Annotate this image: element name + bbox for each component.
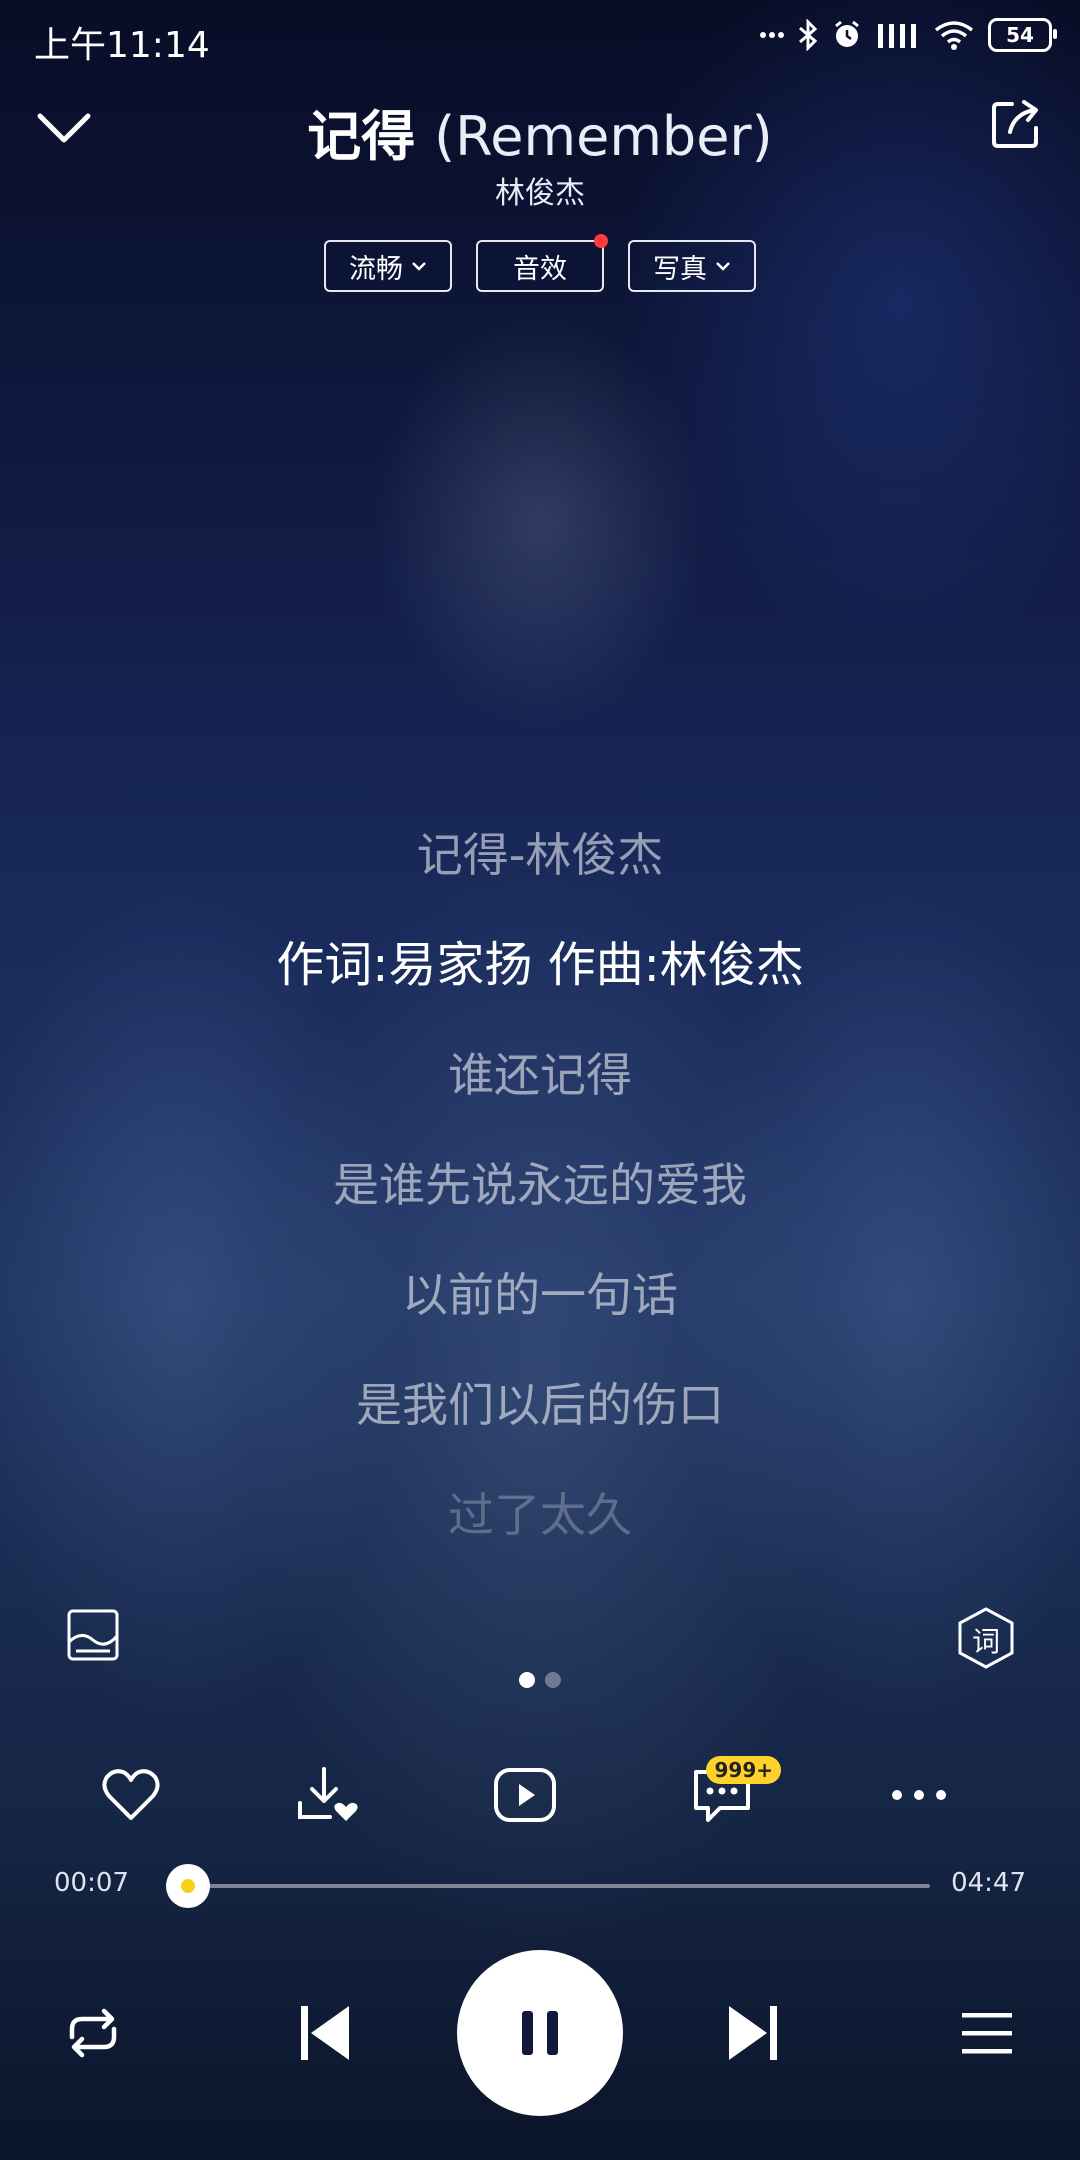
more-icon (892, 1790, 946, 1800)
lyric-line[interactable]: 是谁先说永远的爱我 (0, 1130, 1080, 1240)
comment-count-badge: 999+ (706, 1756, 781, 1784)
total-time: 04:47 (951, 1868, 1026, 1898)
pause-button[interactable] (457, 1950, 623, 2116)
like-button[interactable] (86, 1750, 176, 1840)
download-icon (298, 1767, 358, 1821)
quality-label: 流畅 (349, 253, 403, 285)
battery-icon: 54 (988, 18, 1057, 52)
video-button[interactable] (480, 1750, 570, 1840)
song-title-en: (Remember) (434, 105, 773, 168)
repeat-icon (69, 2008, 117, 2058)
heart-icon (102, 1769, 160, 1820)
download-button[interactable] (283, 1750, 373, 1840)
chevron-down-icon (412, 262, 426, 271)
lyrics-icon[interactable]: 词 (956, 1606, 1016, 1670)
lyric-line[interactable]: 过了太久 (0, 1460, 1080, 1570)
option-pills: 流畅 音效 写真 (0, 234, 1080, 292)
more-dots-status-icon (760, 32, 784, 38)
more-button[interactable] (874, 1750, 964, 1840)
playback-controls (0, 1950, 1080, 2116)
current-time: 00:07 (54, 1868, 129, 1898)
lyrics-icon-label: 词 (971, 1625, 1000, 1658)
lyric-line[interactable]: 记得-林俊杰 (0, 800, 1080, 910)
lyric-line[interactable]: 以前的一句话 (0, 1240, 1080, 1350)
lyric-line[interactable]: 是我们以后的伤口 (0, 1350, 1080, 1460)
sound-effect-pill[interactable]: 音效 (476, 234, 608, 292)
image-icon[interactable] (66, 1608, 120, 1662)
playlist-icon (962, 2013, 1012, 2054)
new-dot-badge (594, 234, 608, 248)
signal-icon (878, 24, 916, 48)
lyrics-panel[interactable]: 记得-林俊杰 作词:易家扬 作曲:林俊杰 谁还记得 是谁先说永远的爱我 以前的一… (0, 800, 1080, 1570)
progress-bar[interactable] (166, 1864, 930, 1908)
song-title-cn: 记得 (307, 105, 416, 168)
next-icon (729, 2006, 777, 2060)
lyric-line[interactable]: 谁还记得 (0, 1020, 1080, 1130)
lyric-line-active[interactable]: 作词:易家扬 作曲:林俊杰 (0, 910, 1080, 1020)
photo-label: 写真 (653, 253, 707, 285)
action-row: 999+ (0, 1750, 1080, 1840)
chevron-down-icon (716, 262, 730, 271)
video-icon (494, 1768, 556, 1822)
comment-button[interactable]: 999+ (677, 1750, 781, 1840)
repeat-button[interactable] (58, 1998, 128, 2068)
status-icons: 54 (760, 18, 1057, 52)
photo-pill[interactable]: 写真 (628, 240, 756, 292)
previous-button[interactable] (290, 1998, 360, 2068)
previous-icon (301, 2006, 349, 2060)
alarm-icon (835, 20, 859, 47)
share-icon[interactable] (988, 96, 1044, 152)
pause-icon (522, 2011, 558, 2055)
artist-name[interactable]: 林俊杰 (0, 168, 1080, 212)
sound-effect-label: 音效 (513, 253, 567, 285)
page-indicator (0, 1672, 1080, 1688)
page-dot-active (519, 1672, 535, 1688)
bluetooth-icon (799, 19, 818, 51)
next-button[interactable] (718, 1998, 788, 2068)
status-time: 上午11:14 (34, 25, 210, 66)
quality-pill[interactable]: 流畅 (324, 240, 452, 292)
wifi-icon (934, 21, 974, 50)
battery-level: 54 (1006, 23, 1034, 47)
song-title: 记得 (Remember) (0, 92, 1080, 171)
progress-knob[interactable] (166, 1864, 211, 1908)
page-dot (545, 1672, 561, 1688)
playlist-button[interactable] (952, 1998, 1022, 2068)
